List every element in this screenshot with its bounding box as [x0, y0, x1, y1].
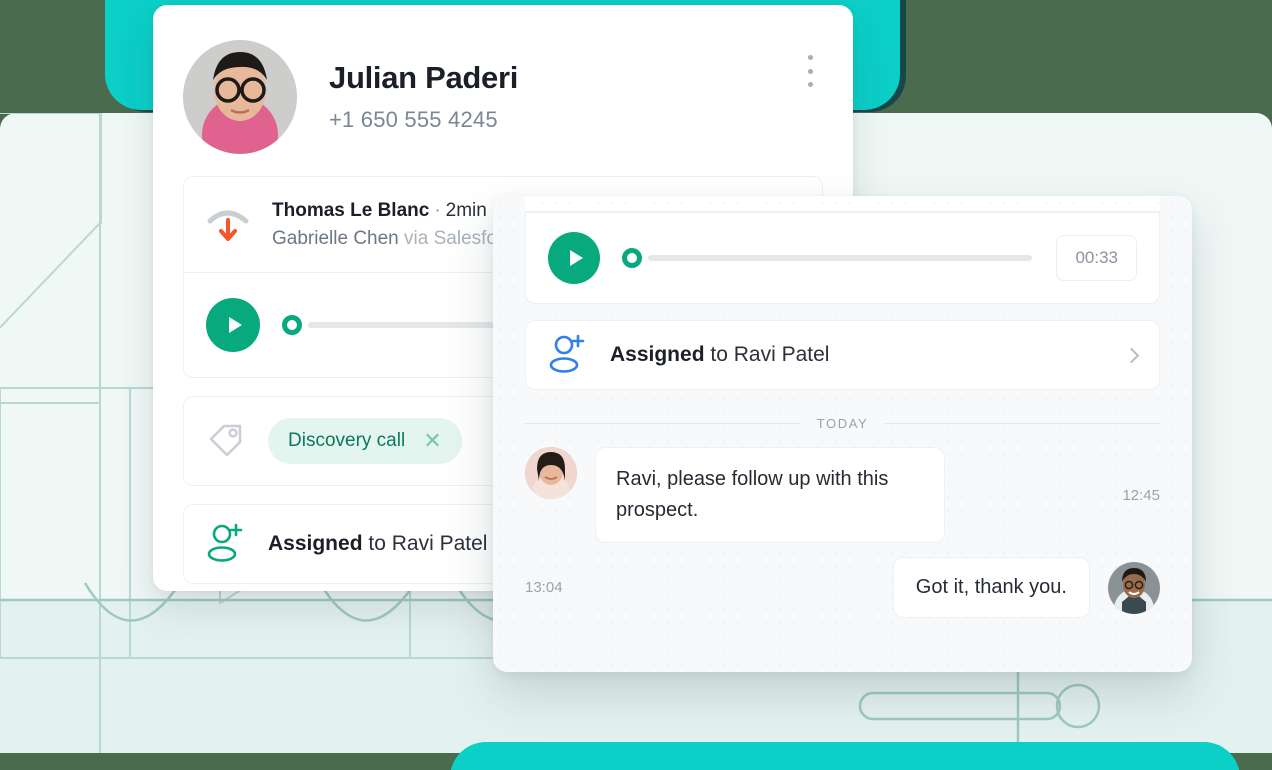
add-person-icon [206, 521, 246, 568]
scrubber-handle[interactable] [622, 248, 642, 268]
call-via-label: via [404, 227, 429, 249]
assigned-text: Assigned to Ravi Patel [268, 532, 487, 556]
contact-avatar [183, 40, 297, 154]
message-timestamp: 13:04 [525, 579, 563, 596]
assigned-prefix: Assigned [268, 532, 363, 555]
message-row-outgoing: 13:04 Got it, thank you. [525, 557, 1160, 618]
scrubber-handle[interactable] [282, 315, 302, 335]
tag-icon [206, 419, 246, 464]
thread-body: 00:33 Assigned to Ravi Patel TODAY Ravi,… [493, 212, 1192, 618]
contact-header: Julian Paderi +1 650 555 4245 [153, 5, 853, 154]
conversation-thread-card: 00:33 Assigned to Ravi Patel TODAY Ravi,… [493, 196, 1192, 672]
play-icon [569, 250, 583, 266]
chevron-right-icon[interactable] [1123, 347, 1140, 363]
call-caller-name: Gabrielle Chen [272, 227, 399, 249]
call-separator: · [434, 199, 441, 221]
assigned-prefix: Assigned [610, 343, 705, 366]
call-agent-name: Thomas Le Blanc [272, 199, 430, 221]
screenshot-root: Julian Paderi +1 650 555 4245 Thomas Le … [0, 0, 1272, 770]
front-audio-player: 00:33 [525, 212, 1160, 304]
play-icon [228, 317, 242, 333]
day-divider: TODAY [525, 416, 1160, 431]
divider-line-left [525, 423, 801, 424]
missed-call-icon [206, 202, 250, 247]
message-timestamp: 12:45 [1122, 486, 1160, 504]
contact-name: Julian Paderi [329, 59, 519, 95]
avatar [1108, 561, 1160, 614]
assigned-row[interactable]: Assigned to Ravi Patel [525, 320, 1160, 390]
add-person-icon [548, 332, 588, 379]
tag-chip-label: Discovery call [288, 430, 406, 451]
day-label: TODAY [816, 416, 869, 431]
cyan-bottom-shape [450, 742, 1240, 770]
tag-chip[interactable]: Discovery call ✕ [268, 418, 462, 464]
message-bubble: Got it, thank you. [892, 557, 1090, 618]
assigned-text: Assigned to Ravi Patel [610, 343, 829, 367]
call-activity-text: Thomas Le Blanc · 2min Gabrielle Chen via … [272, 200, 523, 250]
kebab-menu-icon[interactable] [807, 55, 813, 87]
contact-phone: +1 650 555 4245 [329, 107, 498, 133]
play-button[interactable] [548, 232, 600, 284]
call-duration: 2min [445, 199, 487, 221]
avatar [525, 447, 577, 499]
play-button[interactable] [206, 298, 260, 352]
contact-meta: Julian Paderi +1 650 555 4245 [329, 59, 519, 133]
assigned-suffix: to Ravi Patel [710, 343, 830, 366]
card-top-strip [525, 196, 1160, 212]
message-row-incoming: Ravi, please follow up with this prospec… [525, 447, 1160, 543]
divider-line-right [884, 423, 1160, 424]
close-icon[interactable]: ✕ [423, 430, 441, 452]
duration-badge: 00:33 [1056, 235, 1137, 281]
message-bubble: Ravi, please follow up with this prospec… [595, 447, 945, 543]
assigned-suffix: to Ravi Patel [368, 532, 488, 555]
scrubber-track[interactable] [648, 255, 1033, 261]
